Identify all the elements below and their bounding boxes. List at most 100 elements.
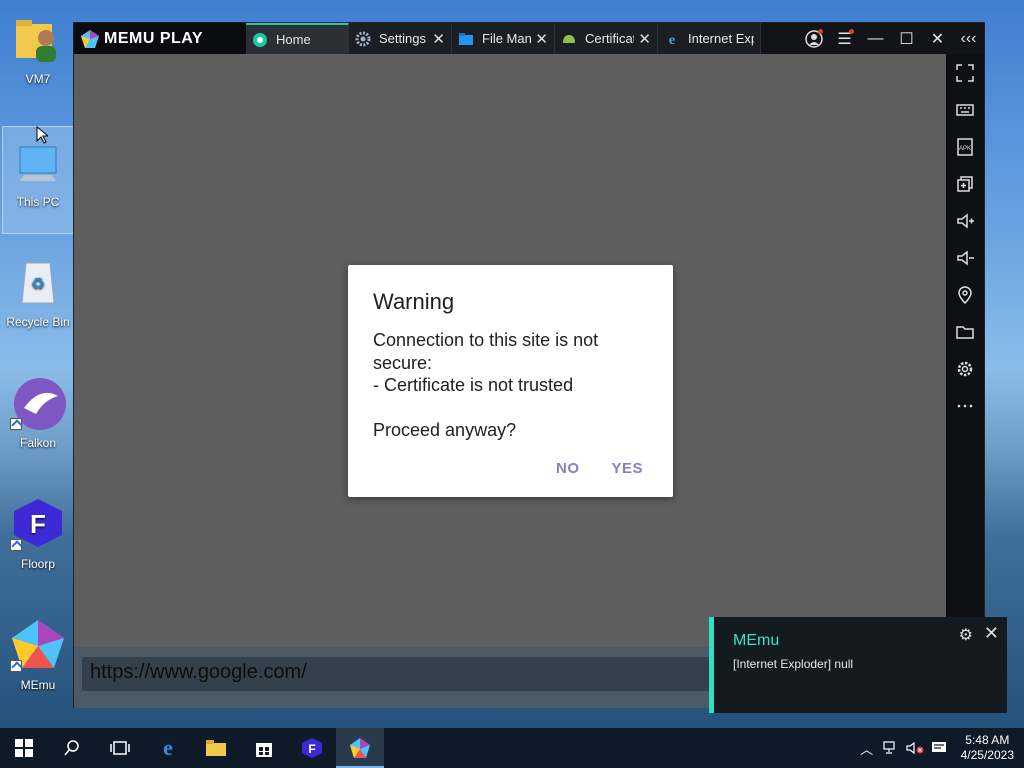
- desktop-icon-memu[interactable]: MEmu: [2, 610, 74, 718]
- home-app-icon: [253, 32, 267, 47]
- taskbar-floorp[interactable]: F: [288, 728, 336, 768]
- taskbar-memu[interactable]: [336, 728, 384, 768]
- fullscreen-button[interactable]: [946, 54, 984, 91]
- volume-down-icon: [957, 249, 974, 266]
- falkon-browser-icon: [10, 374, 66, 430]
- close-tab-icon[interactable]: ✕: [432, 30, 445, 48]
- apk-button[interactable]: APK: [946, 128, 984, 165]
- warning-dialog: Warning Connection to this site is not s…: [348, 265, 673, 497]
- desktop-icon-label: VM7: [25, 72, 51, 86]
- taskbar-store[interactable]: [240, 728, 288, 768]
- tab-label: Internet Explorer: [688, 31, 754, 46]
- desktop-icon-label: Floorp: [20, 557, 55, 571]
- svg-text:F: F: [308, 742, 315, 756]
- notification-dot: [818, 29, 823, 34]
- clock-date: 4/25/2023: [960, 748, 1014, 762]
- settings-icon: [957, 361, 973, 376]
- yes-button[interactable]: YES: [611, 460, 643, 477]
- clock-time: 5:48 AM: [965, 733, 1010, 747]
- fullscreen-icon: [956, 63, 974, 82]
- tab-internet-explorer[interactable]: e Internet Explorer: [658, 23, 761, 54]
- apk-icon: APK: [957, 137, 973, 156]
- clock[interactable]: 5:48 AM 4/25/2023: [951, 733, 1024, 763]
- brand-name: MEMU PLAY: [104, 29, 204, 47]
- file-explorer-icon: [206, 740, 226, 756]
- notification-dot: [849, 29, 854, 34]
- tab-label: File Manager: [482, 31, 532, 46]
- show-hidden-icons-button[interactable]: ︿: [855, 728, 879, 768]
- network-button[interactable]: [879, 728, 903, 768]
- window-controls: ☰ — ☐ ✕ ‹‹‹: [798, 23, 984, 54]
- dialog-title: Warning: [373, 289, 455, 314]
- more-button[interactable]: [946, 387, 984, 424]
- tab-file-manager[interactable]: File Manager ✕: [452, 23, 555, 54]
- volume-up-icon: [957, 212, 974, 229]
- dialog-message: Connection to this site is not secure: -…: [373, 330, 599, 440]
- multi-instance-button[interactable]: [946, 165, 984, 202]
- desktop-icon-label: MEmu: [20, 678, 56, 692]
- windows-logo-icon: [15, 739, 33, 757]
- svg-text:♻: ♻: [31, 276, 45, 293]
- desktop-icon-label: Recycle Bin: [6, 315, 70, 329]
- desktop-icon-vm7[interactable]: VM7: [2, 4, 74, 112]
- url-input[interactable]: https://www.google.com/: [82, 657, 782, 691]
- settings-button[interactable]: [946, 350, 984, 387]
- taskbar-file-explorer[interactable]: [192, 728, 240, 768]
- task-view-button[interactable]: [96, 728, 144, 768]
- close-tab-icon[interactable]: ✕: [638, 30, 651, 48]
- memu-icon: [350, 738, 370, 758]
- tab-settings[interactable]: Settings ✕: [349, 23, 452, 54]
- volume-button[interactable]: [903, 728, 927, 768]
- desktop-icon-falkon[interactable]: Falkon: [2, 368, 74, 476]
- start-button[interactable]: [0, 728, 48, 768]
- svg-text:F: F: [30, 509, 46, 539]
- taskbar-edge[interactable]: e: [144, 728, 192, 768]
- system-tray: ︿ 5:48 AM 4/25/2023: [855, 728, 1024, 768]
- volume-muted-icon: [906, 741, 924, 755]
- volume-up-button[interactable]: [946, 202, 984, 239]
- keyboard-button[interactable]: [946, 91, 984, 128]
- internet-explorer-icon: e: [669, 33, 675, 47]
- notification-toast[interactable]: MEmu [Internet Exploder] null ⚙ ✕: [709, 617, 1007, 713]
- close-tab-icon[interactable]: ✕: [535, 30, 548, 48]
- mouse-cursor-icon: [36, 126, 48, 144]
- desktop-icon-floorp[interactable]: F Floorp: [2, 489, 74, 597]
- shortcut-arrow-icon: [10, 539, 22, 551]
- tab-home[interactable]: Home: [246, 23, 349, 54]
- volume-down-button[interactable]: [946, 239, 984, 276]
- maximize-button[interactable]: ☐: [891, 23, 922, 54]
- maximize-icon: ☐: [899, 30, 914, 48]
- collapse-sidebar-button[interactable]: ‹‹‹: [953, 23, 984, 54]
- desktop-icon-label: Falkon: [19, 436, 57, 450]
- search-icon: [64, 740, 79, 756]
- taskbar: e F ︿ 5:48 AM 4/25/2023: [0, 728, 1024, 768]
- multi-instance-icon: [957, 175, 973, 192]
- desktop-icon-recycle-bin[interactable]: ♻ Recycle Bin: [2, 247, 74, 355]
- shared-folder-button[interactable]: [946, 313, 984, 350]
- minimize-button[interactable]: —: [860, 23, 891, 54]
- more-icon: [957, 404, 973, 407]
- no-button[interactable]: NO: [556, 460, 580, 477]
- store-icon: [256, 743, 272, 757]
- notification-settings-icon[interactable]: ⚙: [959, 625, 973, 645]
- notification-close-icon[interactable]: ✕: [984, 623, 999, 644]
- location-button[interactable]: [946, 276, 984, 313]
- memu-logo: MEMU PLAY: [74, 23, 246, 54]
- account-button[interactable]: [798, 23, 829, 54]
- close-button[interactable]: ✕: [922, 23, 953, 54]
- recycle-bin-icon: ♻: [10, 253, 66, 309]
- action-center-button[interactable]: [927, 728, 951, 768]
- folder-icon: [956, 325, 974, 339]
- shortcut-arrow-icon: [10, 418, 22, 430]
- settings-gear-icon: [355, 31, 371, 46]
- menu-button[interactable]: ☰: [829, 23, 860, 54]
- android-screen[interactable]: Warning Connection to this site is not s…: [74, 54, 946, 708]
- svg-text:e: e: [669, 33, 675, 47]
- search-button[interactable]: [48, 728, 96, 768]
- dialog-actions: NO YES: [556, 460, 643, 477]
- floorp-browser-icon: F: [10, 495, 66, 551]
- tab-certificate[interactable]: Certificate ✕: [555, 23, 658, 54]
- triple-chevron-left-icon: ‹‹‹: [960, 29, 977, 47]
- close-icon: ✕: [930, 30, 945, 48]
- chevron-up-icon: ︿: [860, 741, 874, 757]
